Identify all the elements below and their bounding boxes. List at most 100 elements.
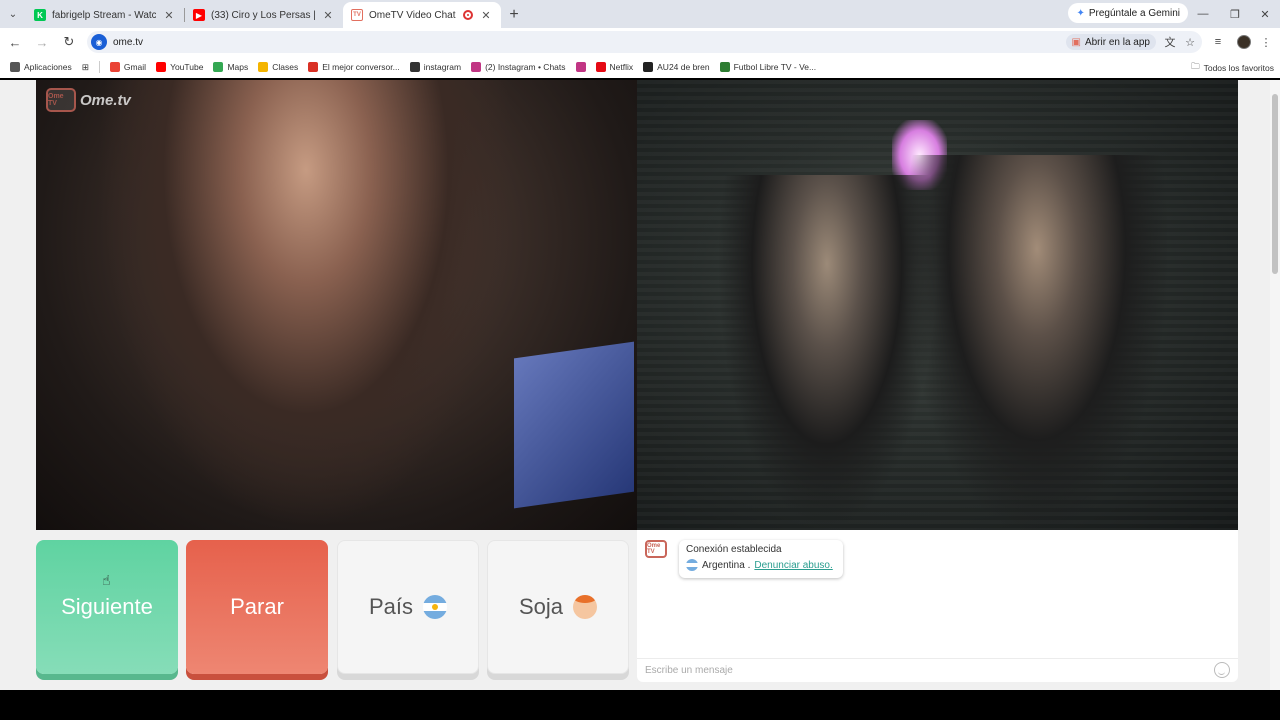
- ometv-page: Ome TV Ome.tv Siguiente Parar País Soja …: [0, 80, 1280, 690]
- ometv-icon: TV: [351, 9, 363, 21]
- bookmark-item[interactable]: Futbol Libre TV - Ve...: [719, 62, 816, 72]
- argentina-flag-icon: [686, 559, 698, 571]
- bookmark-item[interactable]: YouTube: [156, 62, 203, 72]
- apps-grid-icon: [10, 62, 20, 72]
- boy-face-icon: [573, 595, 598, 619]
- close-icon[interactable]: ✕: [162, 9, 176, 22]
- bookmark-item[interactable]: instagram: [409, 62, 462, 72]
- next-button[interactable]: Siguiente: [36, 540, 178, 674]
- bookmark-item[interactable]: Clases: [258, 62, 298, 72]
- bookmark-item[interactable]: Aplicaciones: [10, 62, 72, 72]
- partner-country: Argentina .: [702, 559, 751, 571]
- media-controls-icon[interactable]: ≡: [1208, 30, 1228, 54]
- local-person-2: [907, 155, 1167, 530]
- apps-grid-icon[interactable]: ⊞: [82, 62, 89, 73]
- bookmark-label: YouTube: [170, 62, 204, 72]
- close-icon[interactable]: ✕: [321, 9, 335, 22]
- system-message: Conexión establecida Argentina . Denunci…: [679, 540, 843, 578]
- country-label: País: [368, 594, 414, 619]
- bookmark-label: (2) Instagram • Chats: [485, 62, 566, 72]
- chat-panel: Ome TV Conexión establecida Argentina . …: [637, 530, 1238, 682]
- next-label: Siguiente: [61, 594, 153, 619]
- background-monitor: [514, 341, 634, 509]
- report-abuse-link[interactable]: Denunciar abuso.: [754, 560, 832, 571]
- site-info-icon[interactable]: ◉: [91, 34, 107, 50]
- folder-icon: 🗀: [1191, 61, 1200, 71]
- tab-3-active[interactable]: TV OmeTV Video Chat — Alter ✕: [343, 2, 501, 28]
- bookmark-item[interactable]: El mejor conversor...: [308, 62, 400, 72]
- country-button[interactable]: País: [337, 540, 479, 674]
- reload-icon[interactable]: ↻: [57, 30, 81, 54]
- new-tab-button[interactable]: +: [501, 2, 527, 28]
- restore-icon[interactable]: ❐: [1220, 0, 1250, 28]
- gemini-label: Pregúntale a Gemini: [1088, 7, 1180, 19]
- profile-avatar[interactable]: [1234, 30, 1254, 54]
- all-bookmarks-button[interactable]: 🗀 Todos los favoritos: [1191, 61, 1274, 75]
- gmail-icon: [109, 62, 120, 72]
- tab-1[interactable]: K fabrigelp Stream - Watch Live o ✕: [26, 2, 184, 28]
- minimize-icon[interactable]: —: [1188, 0, 1218, 28]
- scrollbar-thumb[interactable]: [1272, 94, 1278, 274]
- open-in-app-button[interactable]: ▣ Abrir en la app: [1065, 34, 1156, 50]
- all-bookmarks-label: Todos los favoritos: [1203, 63, 1274, 73]
- github-icon: [409, 62, 420, 72]
- gender-label: Soja: [518, 594, 564, 619]
- local-video: [637, 80, 1238, 530]
- remote-video: Ome TV Ome.tv: [36, 80, 637, 530]
- address-bar[interactable]: ◉ ome.tv ▣ Abrir en la app 文 ☆: [87, 31, 1202, 53]
- menu-kebab-icon[interactable]: ⋮: [1256, 30, 1276, 54]
- mouse-cursor-icon: ☝: [102, 572, 111, 588]
- gemini-sparkle-icon: ✦: [1076, 7, 1085, 19]
- tab-title: fabrigelp Stream - Watch Live o: [52, 9, 156, 21]
- logo-text: Ome.tv: [80, 91, 131, 109]
- bookmark-label: instagram: [423, 62, 462, 72]
- gemini-button[interactable]: ✦ Pregúntale a Gemini: [1068, 3, 1188, 23]
- ometv-chat-icon: Ome TV: [645, 540, 667, 558]
- soccer-ball-icon: [719, 62, 730, 72]
- bookmark-item[interactable]: [575, 62, 586, 72]
- message-input[interactable]: Escribe un mensaje: [637, 658, 1238, 682]
- avatar: [1237, 35, 1251, 49]
- maps-pin-icon: [213, 62, 224, 72]
- netflix-icon: [595, 62, 606, 72]
- bookmark-label: Clases: [272, 62, 299, 72]
- ometv-tv-icon: Ome TV: [46, 88, 76, 112]
- kick-icon: K: [34, 9, 46, 21]
- stop-label: Parar: [230, 594, 284, 619]
- bookmarks-bar: Aplicaciones ⊞ Gmail YouTube Maps Clases El me…: [0, 56, 1280, 78]
- local-person-1: [717, 175, 937, 530]
- bookmark-item[interactable]: AU24 de bren: [643, 62, 710, 72]
- tab-title: (33) Ciro y Los Persas | ASTROS: [211, 9, 315, 21]
- close-icon[interactable]: ✕: [479, 9, 493, 22]
- converter-icon: [308, 62, 319, 72]
- youtube-icon: [156, 62, 167, 72]
- tab-search-icon[interactable]: ⌄: [0, 0, 26, 28]
- taskbar-strip: [0, 690, 1280, 720]
- bookmark-item[interactable]: (2) Instagram • Chats: [471, 62, 566, 72]
- bookmark-item[interactable]: Maps: [213, 62, 248, 72]
- youtube-icon: ▶: [193, 9, 205, 21]
- tab-2[interactable]: ▶ (33) Ciro y Los Persas | ASTROS ✕: [185, 2, 343, 28]
- argentina-flag-icon: [423, 595, 448, 619]
- translate-icon[interactable]: 文: [1162, 34, 1178, 50]
- gender-button[interactable]: Soja: [487, 540, 629, 674]
- bookmark-item[interactable]: Netflix: [595, 62, 633, 72]
- ometv-logo: Ome TV Ome.tv: [46, 88, 131, 112]
- back-icon[interactable]: ←: [3, 30, 27, 54]
- recording-icon: [463, 10, 473, 20]
- stop-button[interactable]: Parar: [186, 540, 328, 674]
- bookmark-label: Maps: [227, 62, 249, 72]
- classroom-icon: [258, 62, 269, 72]
- connection-status: Conexión establecida: [686, 544, 782, 555]
- page-scrollbar[interactable]: [1270, 80, 1280, 690]
- open-in-app-label: Abrir en la app: [1084, 36, 1150, 48]
- address-toolbar: ← → ↻ ◉ ome.tv ▣ Abrir en la app 文 ☆ ≡ ⋮: [0, 28, 1280, 56]
- emoji-icon[interactable]: [1214, 662, 1230, 678]
- close-window-icon[interactable]: ✕: [1250, 0, 1280, 28]
- bookmark-item[interactable]: Gmail: [109, 62, 146, 72]
- bookmark-star-icon[interactable]: ☆: [1182, 34, 1198, 50]
- instagram-icon: [575, 62, 586, 72]
- url-text: ome.tv: [113, 36, 144, 48]
- tab-strip: ⌄ K fabrigelp Stream - Watch Live o ✕ ▶ …: [0, 0, 1280, 28]
- forward-icon[interactable]: →: [30, 30, 54, 54]
